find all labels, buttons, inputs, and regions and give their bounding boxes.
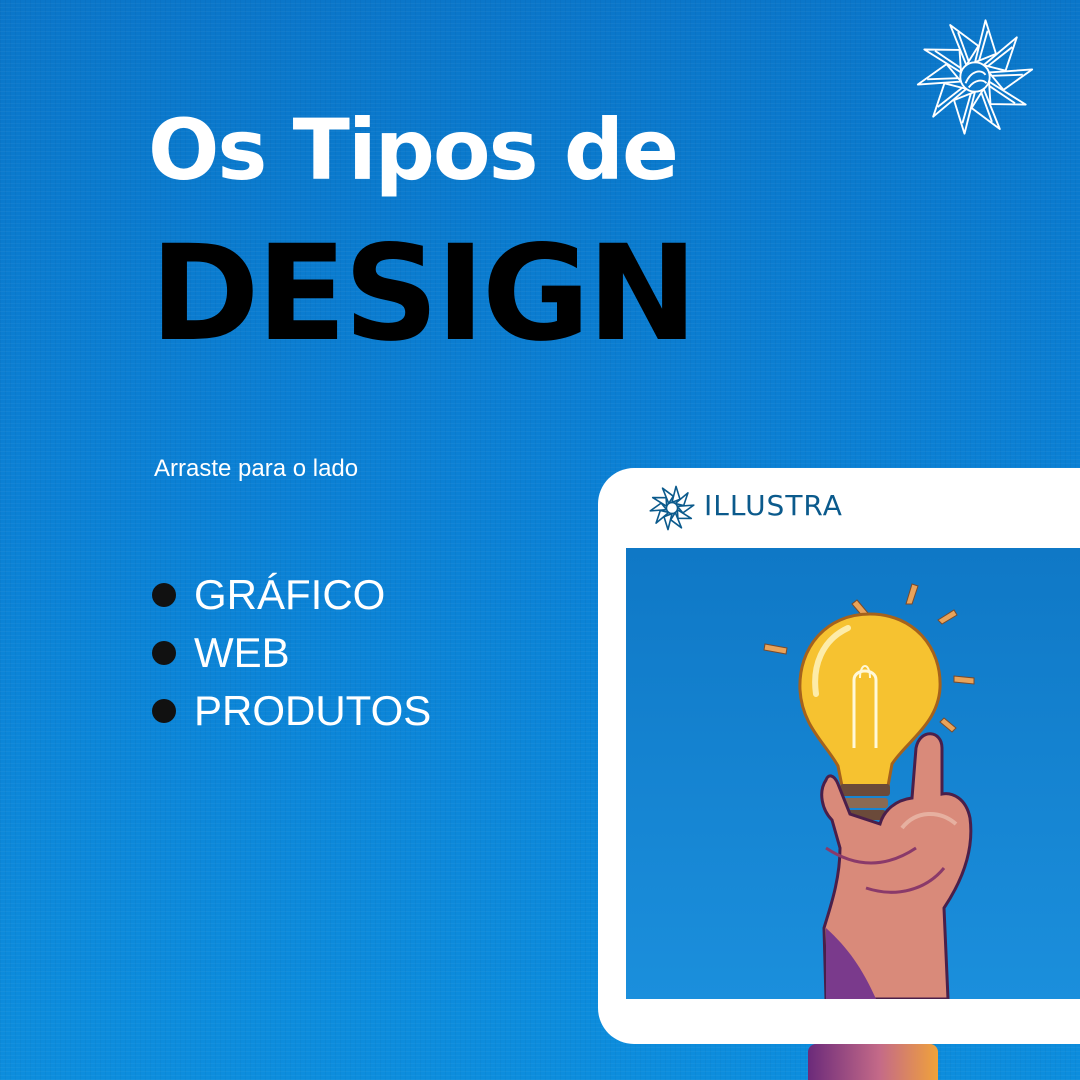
bullet-dot-icon xyxy=(152,583,176,607)
list-item-label: WEB xyxy=(194,629,290,676)
list-item-label: PRODUTOS xyxy=(194,687,432,734)
title-line-1: Os Tipos de xyxy=(148,101,679,199)
starburst-logo-icon xyxy=(648,485,696,531)
swipe-hint: Arraste para o lado xyxy=(154,455,359,482)
list-item: GRÁFICO xyxy=(152,566,431,624)
brand-name: ILLUSTRA xyxy=(704,489,843,522)
lightbulb-hand-icon xyxy=(763,583,975,999)
list-item-label: GRÁFICO xyxy=(194,571,386,618)
list-item: PRODUTOS xyxy=(152,682,431,740)
title-line-2: DESIGN xyxy=(150,217,698,371)
bullet-dot-icon xyxy=(152,641,176,665)
lightbulb-illustration xyxy=(626,548,1080,999)
list-item: WEB xyxy=(152,624,431,682)
hand-arm-extension xyxy=(808,1044,938,1080)
post-canvas: Os Tipos de DESIGN Arraste para o lado G… xyxy=(0,0,1080,1080)
starburst-logo-icon xyxy=(913,17,1037,137)
bullet-dot-icon xyxy=(152,699,176,723)
design-type-list: GRÁFICO WEB PRODUTOS xyxy=(152,566,431,740)
